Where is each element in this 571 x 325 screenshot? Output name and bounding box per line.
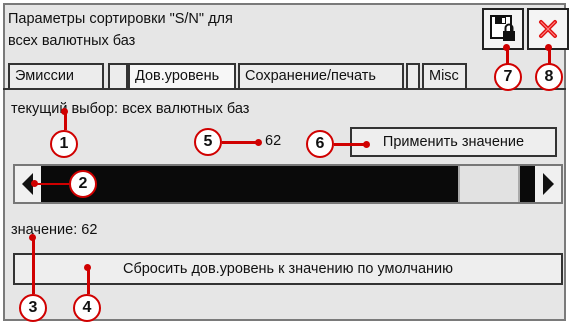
callout-6-anchor (363, 140, 370, 148)
callout-2: 2 (69, 170, 97, 198)
current-value: 62 (265, 133, 282, 149)
tab-confidence-level[interactable]: Дов.уровень (128, 63, 236, 89)
callout-8-leader (548, 48, 551, 64)
callout-5-anchor (255, 138, 262, 146)
reset-default-button[interactable]: Сбросить дов.уровень к значению по умолч… (13, 253, 563, 285)
window-title: Параметры сортировки "S/N" для всех валю… (8, 11, 233, 49)
callout-1: 1 (50, 130, 78, 158)
arrow-right-icon (543, 173, 554, 195)
callout-7-leader (506, 48, 509, 64)
callout-7: 7 (494, 63, 522, 91)
callout-6-leader (334, 143, 364, 146)
slider-right-button[interactable] (535, 166, 561, 202)
tab-save-print[interactable]: Сохранение/печать (238, 63, 404, 89)
value-label: значение: 62 (11, 222, 98, 238)
close-x-icon (539, 20, 557, 38)
callout-3-leader (32, 238, 35, 294)
tab-misc[interactable]: Misc (422, 63, 467, 89)
callout-8: 8 (535, 63, 563, 91)
callout-5-leader (222, 141, 256, 144)
apply-value-button[interactable]: Применить значение (350, 127, 557, 157)
tab-blank[interactable] (108, 63, 128, 89)
save-lock-icon (490, 15, 515, 41)
callout-5: 5 (194, 128, 222, 156)
tab-blank-2[interactable] (406, 63, 420, 89)
callout-4-leader (87, 268, 90, 294)
callout-6: 6 (306, 130, 334, 158)
callout-4: 4 (73, 294, 101, 322)
callout-2-leader (35, 182, 69, 185)
callout-1-leader (64, 112, 67, 130)
tab-emissions[interactable]: Эмиссии (8, 63, 104, 89)
callout-3: 3 (19, 294, 47, 322)
save-button[interactable] (482, 8, 524, 50)
current-selection-label: текущий выбор: всех валютных баз (11, 101, 250, 117)
slider-thumb[interactable] (458, 166, 520, 202)
tab-divider (3, 88, 566, 90)
